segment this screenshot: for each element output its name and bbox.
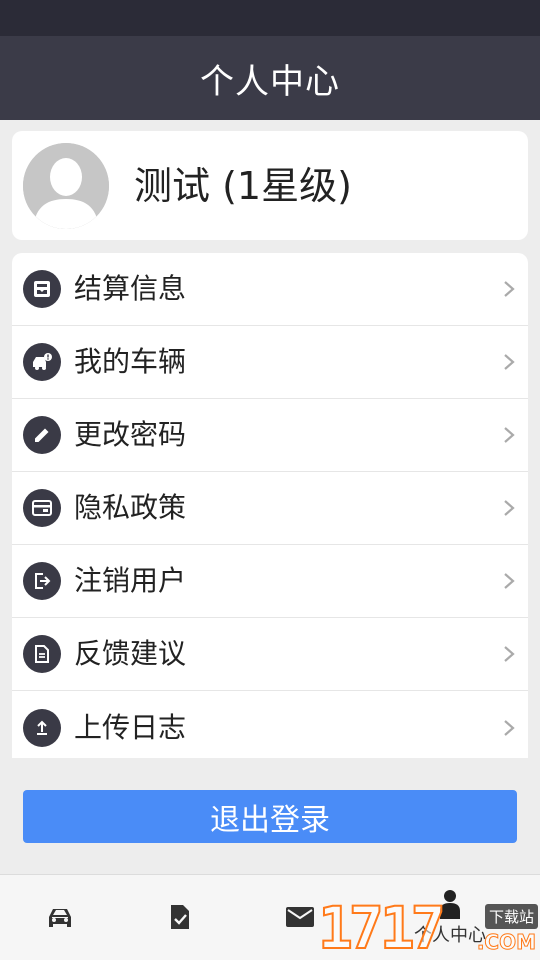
menu-item-feedback[interactable]: 反馈建议: [12, 618, 528, 691]
avatar[interactable]: [23, 143, 109, 229]
menu-item-change-password[interactable]: 更改密码: [12, 399, 528, 472]
profile-card[interactable]: 测试 (1星级): [12, 131, 528, 240]
task-check-icon: [171, 905, 189, 929]
menu-label: 结算信息: [74, 272, 187, 305]
status-bar: [0, 0, 540, 36]
chevron-right-icon: [504, 427, 515, 443]
upload-icon: [23, 708, 61, 747]
menu-label: 反馈建议: [74, 637, 187, 670]
menu-label: 上传日志: [74, 710, 187, 744]
watermark-badge: 下载站: [484, 904, 538, 929]
card-icon: [23, 489, 61, 527]
tab-vehicle[interactable]: [0, 875, 120, 960]
chevron-right-icon: [504, 573, 515, 589]
menu-label: 更改密码: [74, 418, 187, 451]
logout-button[interactable]: 退出登录: [23, 790, 517, 843]
menu-item-privacy-policy[interactable]: 隐私政策: [12, 472, 528, 545]
document-icon: [23, 635, 61, 673]
profile-name: 测试 (1星级): [134, 164, 352, 208]
menu-label: 隐私政策: [74, 491, 187, 524]
chevron-right-icon: [504, 646, 515, 662]
default-avatar-icon: [23, 143, 109, 229]
chevron-right-icon: [504, 354, 515, 370]
chevron-right-icon: [504, 500, 515, 516]
menu-item-vehicle[interactable]: 我的车辆: [12, 326, 528, 399]
menu-item-delete-account[interactable]: 注销用户: [12, 545, 528, 618]
settlement-icon: [23, 270, 61, 308]
pencil-icon: [23, 416, 61, 454]
page-title: 个人中心: [200, 61, 340, 102]
car-icon: [49, 909, 71, 927]
menu-label: 注销用户: [74, 564, 187, 597]
chevron-right-icon: [504, 281, 515, 297]
menu-item-upload-log[interactable]: 上传日志: [12, 691, 528, 758]
menu-item-settlement[interactable]: 结算信息: [12, 253, 528, 326]
tab-tasks[interactable]: [120, 875, 240, 960]
watermark-logo: 1717 下载站 .COM: [317, 894, 540, 960]
app-header: 个人中心: [0, 36, 540, 120]
exit-icon: [23, 562, 61, 600]
chevron-right-icon: [504, 719, 515, 736]
vehicle-icon: [23, 343, 61, 381]
menu-label: 我的车辆: [74, 345, 187, 378]
menu-list: 结算信息 我的车辆 更改密码 隐私政策 注销用户 反馈建议 上传日志: [12, 253, 528, 758]
watermark-suffix: .COM: [476, 930, 536, 955]
watermark-text: 1717: [317, 894, 447, 960]
mail-icon: [286, 907, 314, 927]
